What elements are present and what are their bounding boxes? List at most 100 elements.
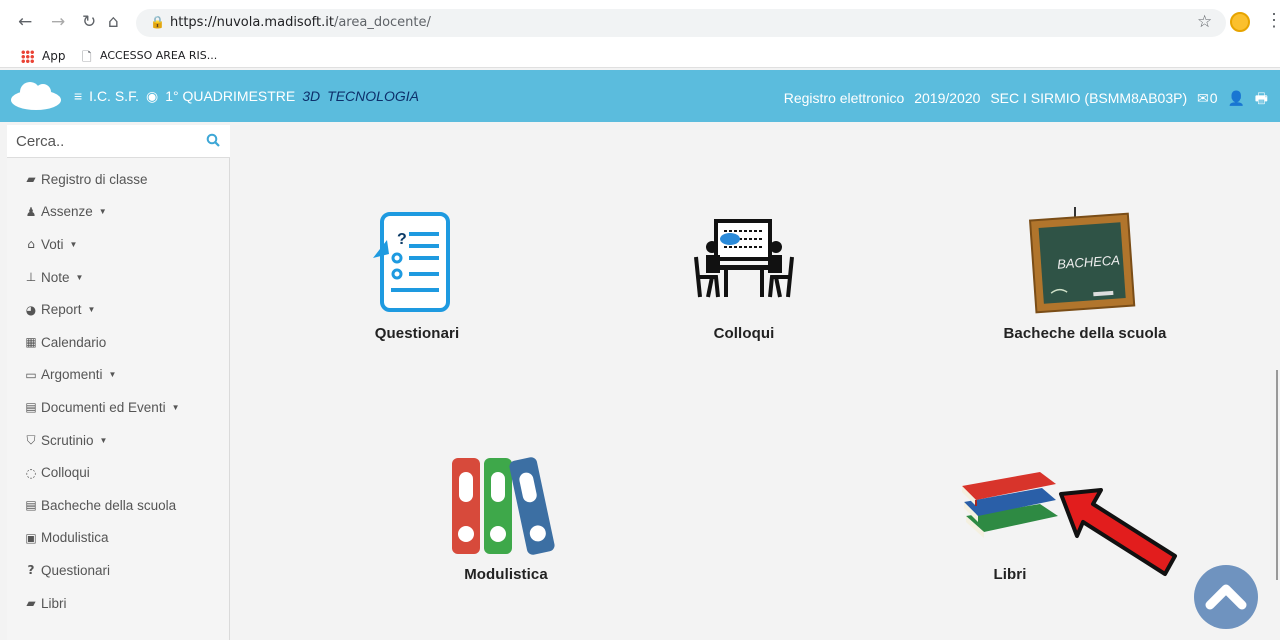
sidebar-item-assenze[interactable]: ♟ Assenze ▼	[7, 196, 230, 229]
scrollbar[interactable]	[1276, 370, 1278, 580]
file-archive-icon: ▣	[25, 530, 37, 545]
comments-icon: ◌	[25, 465, 37, 480]
caret-down-icon: ▼	[99, 435, 108, 445]
tile-label: Colloqui	[713, 325, 775, 342]
caret-down-icon: ▼	[69, 239, 78, 249]
home-icon[interactable]: ⌂	[108, 12, 119, 32]
cloud-logo-icon[interactable]	[10, 80, 62, 110]
header-info: Registro elettronico 2019/2020 SEC I SIR…	[778, 88, 1268, 112]
sidebar-item-scrutinio[interactable]: ⛉ Scrutinio ▼	[7, 424, 230, 457]
sidebar-item-bacheche-della-scuola[interactable]: ▤ Bacheche della scuola	[7, 489, 230, 522]
sidebar-item-libri[interactable]: ▰ Libri	[7, 587, 230, 620]
back-arrow-icon[interactable]: ←	[18, 12, 32, 32]
pin-icon: ⊥	[25, 270, 37, 285]
reload-icon[interactable]: ↻	[82, 12, 96, 32]
sidebar-item-label: Note	[41, 269, 70, 285]
sidebar-item-label: Libri	[41, 595, 67, 611]
caret-down-icon: ▼	[171, 402, 180, 412]
address-bar[interactable]: 🔒 https://nuvola.madisoft.it/area_docent…	[136, 9, 1226, 37]
mail-icon[interactable]: ✉	[1197, 90, 1209, 106]
sidebar-item-documenti-ed-eventi[interactable]: ▤ Documenti ed Eventi ▼	[7, 391, 230, 424]
sidebar-item-label: Colloqui	[41, 465, 90, 481]
list-alt-icon: ▤	[25, 498, 37, 513]
sidebar: ▰ Registro di classe ♟ Assenze ▼ ⌂ Voti ▼ ⊥ No…	[7, 125, 230, 640]
sidebar-item-label: Calendario	[41, 334, 107, 350]
sidebar-item-label: Questionari	[41, 562, 111, 578]
sidebar-item-modulistica[interactable]: ▣ Modulistica	[7, 522, 230, 555]
forward-arrow-icon[interactable]: →	[51, 12, 65, 32]
tile-modulistica[interactable]: Modulistica	[396, 450, 616, 590]
lock-icon: 🔒	[150, 15, 165, 29]
tile-bacheche[interactable]: BACHECA Bacheche della scuola	[975, 205, 1195, 345]
institution-icon: ⌂	[27, 237, 35, 252]
browser-toolbar: ← → ↻ ⌂ 🔒 https://nuvola.madisoft.it/are…	[0, 0, 1280, 46]
bookmark-star-icon[interactable]: ☆	[1197, 12, 1212, 32]
print-icon[interactable]: 🖶	[1255, 90, 1268, 106]
sidebar-item-colloqui[interactable]: ◌ Colloqui	[7, 456, 230, 489]
sidebar-item-label: Registro di classe	[41, 171, 148, 187]
graduation-cap-icon: ⛉	[26, 432, 36, 447]
sidebar-item-label: Bacheche della scuola	[41, 497, 177, 513]
eye-icon: ◉	[145, 88, 159, 104]
sidebar-item-report[interactable]: ◕ Report ▼	[7, 293, 230, 326]
section-label[interactable]: SEC I SIRMIO (BSMM8AB03P)	[990, 90, 1187, 106]
subject-label[interactable]: TECNOLOGIA	[327, 88, 419, 104]
menu-dots-icon[interactable]: ⋮	[1265, 10, 1280, 31]
book-icon: ▰	[26, 172, 36, 187]
apps-grid-icon[interactable]	[21, 50, 34, 63]
sidebar-item-label: Report	[41, 302, 82, 318]
url-text: https://nuvola.madisoft.it/area_docente/	[170, 15, 431, 30]
mail-count: 0	[1209, 90, 1218, 106]
search-input[interactable]	[16, 130, 196, 152]
archive-icon: ▤	[25, 400, 37, 415]
sidebar-item-label: Scrutinio	[41, 432, 94, 448]
binders-icon	[452, 457, 555, 555]
header-context: ≡ I.C. S.F. ◉ 1° QUADRIMESTRE 3D TECNOLOGIA	[74, 88, 426, 105]
bookmarks-bar: App 🗋 ACCESSO AREA RIS...	[0, 46, 1280, 68]
chevron-up-icon	[1205, 584, 1247, 610]
tile-questionari[interactable]: ? Questionari	[307, 205, 527, 345]
register-label: Registro elettronico	[783, 90, 905, 106]
page-icon: 🗋	[82, 50, 92, 64]
books-icon	[962, 472, 1058, 538]
calendar-icon: ▦	[25, 335, 37, 350]
sidebar-item-voti[interactable]: ⌂ Voti ▼	[7, 228, 230, 261]
bulletin-board-icon: BACHECA	[1028, 207, 1136, 314]
sidebar-item-argomenti[interactable]: ▭ Argomenti ▼	[7, 359, 230, 392]
sidebar-item-questionari[interactable]: ? Questionari	[7, 554, 230, 587]
sidebar-item-calendario[interactable]: ▦ Calendario	[7, 326, 230, 359]
bookmark-item[interactable]: ACCESSO AREA RIS...	[100, 49, 217, 62]
sidebar-item-label: Assenze	[41, 204, 93, 220]
tile-label: Bacheche della scuola	[1003, 325, 1167, 342]
caret-down-icon: ▼	[108, 370, 117, 380]
tile-colloqui[interactable]: Colloqui	[634, 205, 854, 345]
questionnaire-icon: ?	[373, 212, 450, 312]
sidebar-item-label: Modulistica	[41, 530, 109, 546]
search-box	[7, 125, 230, 158]
sidebar-item-label: Documenti ed Eventi	[41, 399, 166, 415]
sidebar-item-note[interactable]: ⊥ Note ▼	[7, 261, 230, 294]
profile-avatar-icon[interactable]	[1230, 12, 1250, 32]
class-label[interactable]: 3D	[302, 88, 320, 104]
pie-chart-icon: ◕	[25, 302, 37, 317]
search-icon[interactable]	[206, 133, 220, 147]
school-name[interactable]: I.C. S.F.	[89, 88, 139, 104]
app-header: ≡ I.C. S.F. ◉ 1° QUADRIMESTRE 3D TECNOLOGIA R…	[0, 70, 1280, 122]
sidebar-menu: ▰ Registro di classe ♟ Assenze ▼ ⌂ Voti ▼ ⊥ No…	[7, 163, 230, 619]
period-label[interactable]: 1° QUADRIMESTRE	[165, 88, 295, 104]
svg-text:?: ?	[397, 231, 407, 248]
hamburger-icon[interactable]: ≡	[74, 88, 82, 104]
scroll-to-top-button[interactable]	[1194, 565, 1258, 629]
folder-open-icon: ▭	[25, 367, 37, 382]
sidebar-item-label: Argomenti	[41, 367, 103, 383]
apps-bookmark[interactable]: App	[42, 49, 65, 63]
red-arrow-annotation	[1059, 488, 1177, 576]
school-year[interactable]: 2019/2020	[914, 90, 980, 106]
caret-down-icon: ▼	[75, 272, 84, 282]
sidebar-item-label: Voti	[41, 236, 64, 252]
sidebar-item-registro-di-classe[interactable]: ▰ Registro di classe	[7, 163, 230, 196]
meeting-icon	[694, 219, 794, 298]
caret-down-icon: ▼	[98, 207, 107, 217]
user-icon: ♟	[25, 204, 37, 219]
user-icon[interactable]: 👤	[1227, 90, 1244, 106]
